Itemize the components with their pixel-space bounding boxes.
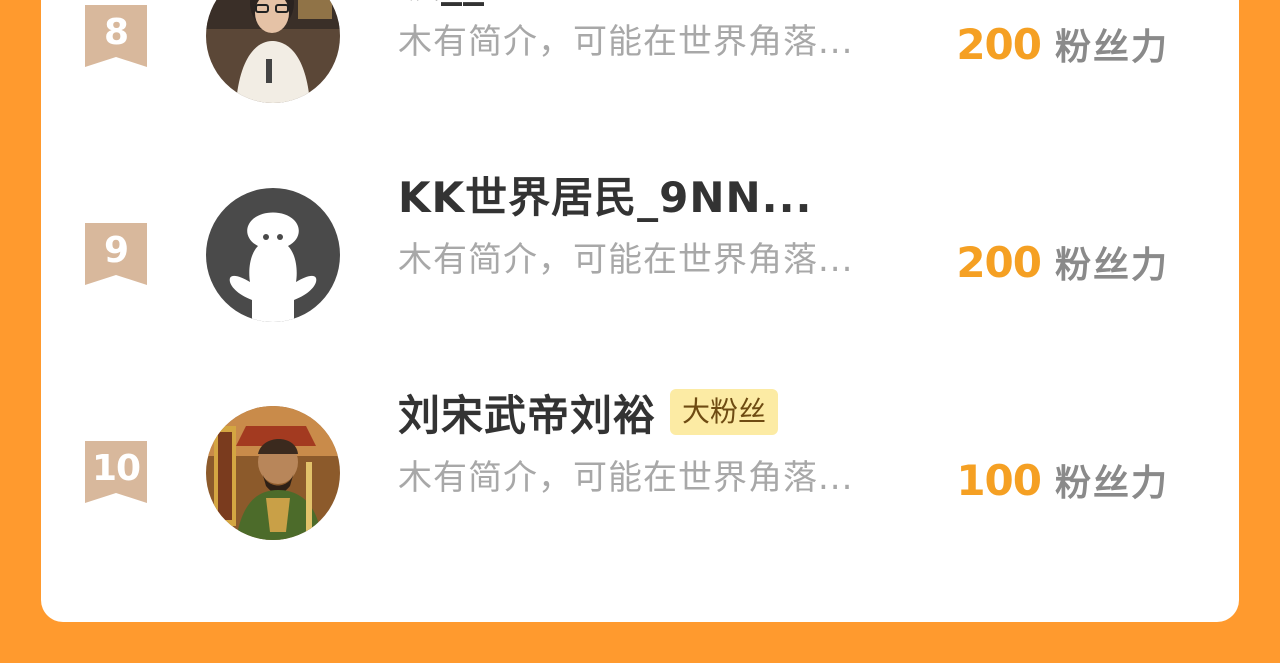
fans-value: 100 (956, 455, 1042, 505)
name-line: KK世界居民_9NN... (398, 166, 812, 222)
user-intro: 木有简介，可能在世界角落... (398, 240, 854, 280)
fans-value: 200 (956, 19, 1042, 69)
fans-label: 粉丝力 (1054, 463, 1169, 504)
leaderboard-card: 8 暖__Xc84BG 木有简介，可能在世界角落... 200 粉丝力 (41, 0, 1239, 622)
leaderboard-row[interactable]: 8 暖__Xc84BG 木有简介，可能在世界角落... 200 粉丝力 (41, 0, 1239, 112)
rank-number: 8 (103, 12, 129, 53)
user-name[interactable]: 暖__Xc84BG (398, 0, 673, 9)
rank-badge: 10 (85, 441, 147, 503)
rank-number: 10 (91, 448, 141, 489)
fans-value: 200 (956, 237, 1042, 287)
leaderboard-row[interactable]: 9 KK世界居民_9NN... 木有简介，可能在世界角落... 200 粉丝力 (41, 173, 1239, 330)
fans-power: 200 粉丝力 (956, 234, 1169, 290)
user-photo-avatar-icon[interactable] (206, 0, 340, 103)
leaderboard-row[interactable]: 10 刘宋武帝刘裕 大粉丝 木有简介，可能在世界角落... 100 粉丝力 (41, 389, 1239, 548)
name-line: 刘宋武帝刘裕 大粉丝 (398, 382, 779, 443)
rank-number: 9 (103, 230, 129, 271)
default-user-avatar-icon[interactable] (206, 188, 340, 322)
user-name[interactable]: 刘宋武帝刘裕 (398, 382, 656, 443)
big-fan-badge: 大粉丝 (670, 389, 779, 435)
user-name[interactable]: KK世界居民_9NN... (398, 164, 812, 225)
fans-power: 100 粉丝力 (956, 452, 1169, 508)
fans-label: 粉丝力 (1054, 245, 1169, 286)
fans-power: 200 粉丝力 (956, 16, 1169, 72)
fans-label: 粉丝力 (1054, 27, 1169, 68)
warrior-art-avatar-icon[interactable] (206, 406, 340, 540)
rank-badge: 8 (85, 5, 147, 67)
name-line: 暖__Xc84BG (398, 0, 673, 6)
user-intro: 木有简介，可能在世界角落... (398, 458, 854, 498)
user-intro: 木有简介，可能在世界角落... (398, 22, 854, 62)
rank-badge: 9 (85, 223, 147, 285)
